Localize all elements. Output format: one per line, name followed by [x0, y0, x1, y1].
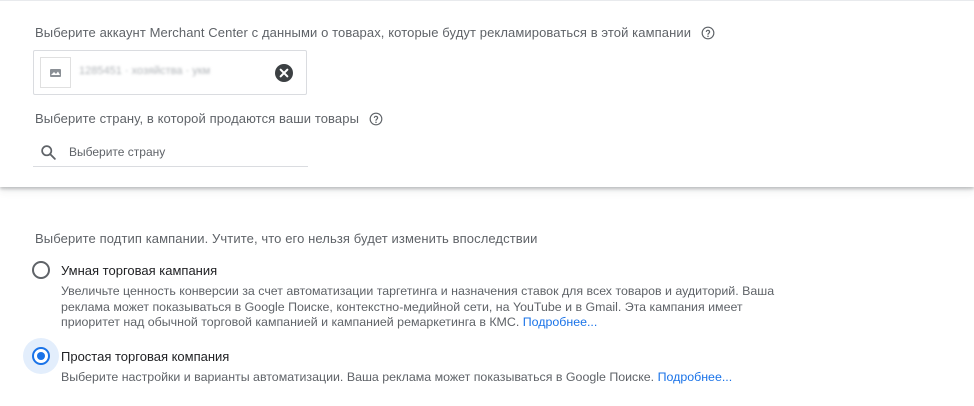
merchant-country-card: Выберите аккаунт Merchant Center с данны… — [0, 0, 974, 187]
search-icon — [41, 145, 56, 160]
country-search-input[interactable] — [69, 142, 299, 162]
country-search-field[interactable] — [33, 139, 308, 167]
learn-more-link[interactable]: Подробнее... — [523, 315, 598, 329]
campaign-settings-page: Выберите аккаунт Merchant Center с данны… — [0, 0, 974, 406]
help-icon[interactable] — [369, 112, 383, 126]
subtype-label: Выберите подтип кампании. Учтите, что ег… — [35, 231, 538, 246]
standard-shopping-title: Простая торговая компания — [61, 349, 230, 364]
smart-shopping-radio[interactable] — [23, 252, 59, 288]
standard-shopping-description-text: Выберите настройки и варианты автоматиза… — [61, 370, 655, 384]
learn-more-link[interactable]: Подробнее... — [658, 370, 733, 384]
help-icon[interactable] — [701, 26, 715, 40]
standard-shopping-radio[interactable] — [23, 338, 59, 374]
store-thumbnail-icon — [40, 57, 71, 88]
country-label-text: Выберите страну, в которой продаются ваш… — [35, 111, 360, 126]
campaign-subtype-card: Выберите подтип кампании. Учтите, что ег… — [0, 207, 974, 406]
merchant-account-name: 1285451 · хозяйства · укм — [79, 65, 211, 77]
radio-circle — [32, 347, 50, 365]
smart-shopping-description-text: Увеличьте ценность конверсии за счет авт… — [61, 284, 775, 329]
country-label: Выберите страну, в которой продаются ваш… — [35, 111, 383, 127]
radio-circle — [32, 261, 50, 279]
merchant-account-chip[interactable]: 1285451 · хозяйства · укм — [33, 50, 307, 95]
merchant-account-label: Выберите аккаунт Merchant Center с данны… — [35, 25, 715, 41]
smart-shopping-title: Умная торговая кампания — [61, 263, 218, 278]
radio-dot — [37, 352, 45, 360]
standard-shopping-description: Выберите настройки и варианты автоматиза… — [61, 370, 781, 386]
smart-shopping-description: Увеличьте ценность конверсии за счет авт… — [61, 284, 781, 331]
merchant-account-label-text: Выберите аккаунт Merchant Center с данны… — [35, 25, 692, 40]
remove-account-icon[interactable] — [275, 64, 293, 82]
